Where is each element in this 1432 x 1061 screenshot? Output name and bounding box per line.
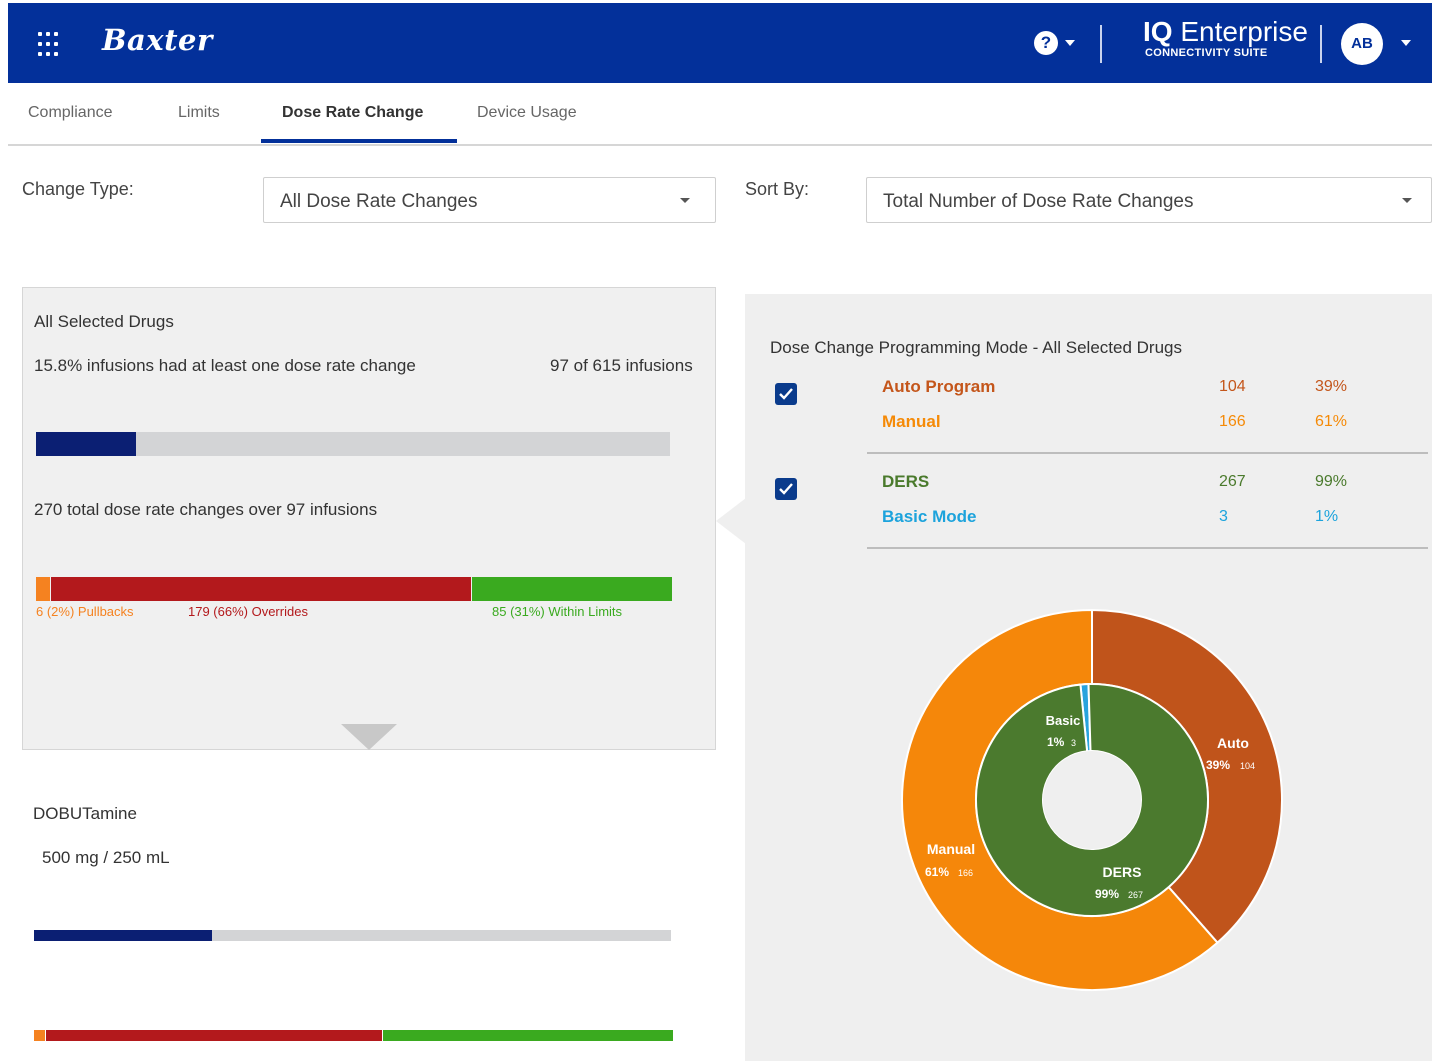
manual-count: 166: [1219, 413, 1246, 430]
auto-slice-percent: 39%: [1206, 758, 1230, 772]
drug-within-limits-segment: [383, 1030, 673, 1041]
ders-count: 267: [1219, 473, 1246, 490]
expand-caret-icon[interactable]: [341, 724, 397, 750]
basic-slice-percent: 1%: [1047, 735, 1065, 749]
change-type-select[interactable]: All Dose Rate Changes: [263, 177, 716, 223]
tab-device-usage[interactable]: Device Usage: [477, 104, 577, 122]
change-type-value: All Dose Rate Changes: [280, 191, 478, 212]
ders-basic-checkbox[interactable]: [775, 478, 797, 500]
tab-limits[interactable]: Limits: [178, 104, 220, 122]
auto-manual-checkbox[interactable]: [775, 383, 797, 405]
total-changes-text: 270 total dose rate changes over 97 infu…: [34, 500, 378, 519]
drug-name[interactable]: DOBUTamine: [33, 804, 137, 824]
infusion-progress-fill: [36, 432, 136, 456]
legend-basic-mode: Basic Mode: [882, 507, 977, 526]
active-tab-indicator: [261, 139, 457, 143]
change-type-label: Change Type:: [22, 179, 134, 199]
product-logo-name: Enterprise: [1180, 16, 1308, 47]
sort-by-value: Total Number of Dose Rate Changes: [883, 191, 1194, 212]
pullbacks-segment: [36, 577, 50, 601]
basic-slice-value: 3: [1071, 738, 1076, 748]
ders-slice-value: 267: [1128, 890, 1143, 900]
basic-mode-percent: 1%: [1315, 508, 1339, 525]
drug-infusion-bar: [34, 930, 671, 941]
drug-breakdown-bar: [34, 1030, 673, 1041]
infusion-progress-bar: [36, 432, 670, 456]
legend-manual: Manual: [882, 412, 941, 431]
manual-slice-percent: 61%: [925, 865, 949, 879]
breakdown-bar: [36, 577, 672, 601]
chevron-down-icon: [680, 198, 690, 203]
legend-divider: [867, 452, 1428, 454]
header-divider: [1320, 25, 1322, 63]
user-menu-chevron-down-icon[interactable]: [1401, 40, 1411, 46]
tab-dose-rate-change[interactable]: Dose Rate Change: [282, 104, 423, 122]
drug-overrides-segment: [46, 1030, 382, 1041]
within-limits-segment: [472, 577, 672, 601]
summary-title: All Selected Drugs: [34, 312, 174, 331]
legend-ders: DERS: [882, 472, 930, 491]
header-divider: [1100, 25, 1102, 63]
legend-auto-program: Auto Program: [882, 377, 996, 396]
infusion-percentage-text: 15.8% infusions had at least one dose ra…: [34, 356, 416, 375]
chevron-down-icon: [1402, 198, 1412, 203]
drug-pullbacks-segment: [34, 1030, 45, 1041]
overrides-legend: 179 (66%) Overrides: [188, 604, 308, 619]
product-logo-subtitle: CONNECTIVITY SUITE: [1145, 47, 1268, 59]
basic-slice-label: Basic: [1046, 713, 1081, 728]
auto-program-percent: 39%: [1315, 378, 1348, 395]
drug-infusion-fill: [34, 930, 212, 941]
help-chevron-down-icon[interactable]: [1065, 40, 1075, 46]
auto-slice-label: Auto: [1217, 735, 1249, 751]
drug-concentration: 500 mg / 250 mL: [42, 848, 170, 867]
top-bar: Baxter ? IQ Enterprise CONNECTIVITY SUIT…: [8, 3, 1432, 83]
donut-center-hole: [1043, 751, 1141, 849]
infusion-count: 97 of 615 infusions: [550, 356, 693, 375]
manual-percent: 61%: [1315, 413, 1348, 430]
help-icon[interactable]: ?: [1034, 31, 1058, 55]
sort-by-select[interactable]: Total Number of Dose Rate Changes: [866, 177, 1432, 223]
tab-compliance[interactable]: Compliance: [28, 104, 112, 122]
product-logo: IQ Enterprise CONNECTIVITY SUITE: [1143, 16, 1308, 60]
ders-percent: 99%: [1315, 473, 1348, 490]
within-limits-legend: 85 (31%) Within Limits: [492, 604, 623, 619]
ders-slice-label: DERS: [1103, 864, 1142, 880]
ders-slice-percent: 99%: [1095, 887, 1119, 901]
sort-by-label: Sort By:: [745, 179, 810, 199]
panel-pointer-arrow: [716, 498, 746, 544]
tabs-divider: [8, 144, 1432, 146]
brand-logo: Baxter: [102, 23, 213, 57]
app-launcher-icon[interactable]: [38, 32, 64, 58]
user-avatar[interactable]: AB: [1341, 23, 1383, 65]
basic-mode-count: 3: [1219, 508, 1228, 525]
legend-divider: [867, 547, 1428, 549]
manual-slice-value: 166: [958, 868, 973, 878]
overrides-segment: [51, 577, 471, 601]
pullbacks-legend: 6 (2%) Pullbacks: [36, 604, 134, 619]
programming-mode-donut-chart: Auto 39% 104 Manual 61% 166 Basic 1% 3 D…: [901, 608, 1283, 991]
mode-panel-title: Dose Change Programming Mode - All Selec…: [770, 338, 1182, 357]
summary-card-all-drugs[interactable]: All Selected Drugs 15.8% infusions had a…: [22, 287, 716, 750]
checkmark-icon: [779, 483, 793, 495]
checkmark-icon: [779, 388, 793, 400]
auto-program-count: 104: [1219, 378, 1246, 395]
product-logo-bold: IQ: [1143, 16, 1173, 47]
manual-slice-label: Manual: [927, 841, 975, 857]
auto-slice-value: 104: [1240, 761, 1255, 771]
